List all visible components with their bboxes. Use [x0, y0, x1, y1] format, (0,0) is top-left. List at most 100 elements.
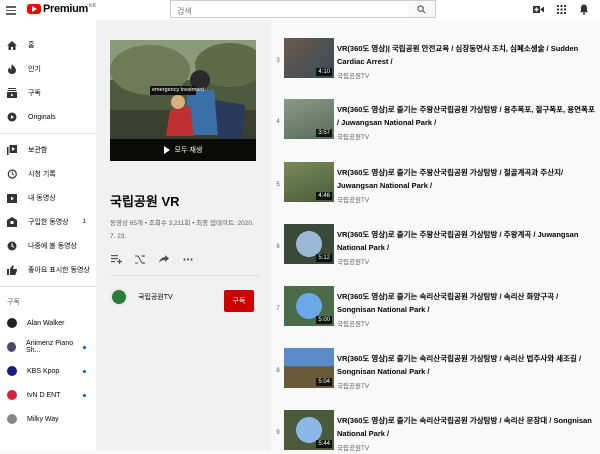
sidebar-divider — [0, 286, 96, 287]
subscribe-button[interactable]: 구독 — [224, 290, 254, 312]
video-thumbnail[interactable]: 4:10 — [284, 38, 334, 78]
playlist-title: 국립공원 VR — [110, 194, 180, 209]
video-channel[interactable]: 국립공원TV — [337, 256, 369, 266]
video-title[interactable]: VR(360도 영상)로 즐기는 주왕산국립공원 가상탐방 / 절골계곡과 주산… — [337, 166, 595, 192]
playlist-video-item[interactable]: 9 5:44 VR(360도 영상)로 즐기는 속리산국립공원 가상탐방 / 속… — [271, 392, 600, 454]
sidebar-item-label: Originals — [28, 113, 56, 121]
playlist-video-item[interactable]: 6 5:12 VR(360도 영상)로 즐기는 주왕산국립공원 가상탐방 / 주… — [271, 206, 600, 268]
playlist-thumbnail[interactable]: emergency treatment 모두 재생 — [110, 40, 256, 161]
youtube-logo[interactable]: Premium KR — [27, 3, 96, 15]
play-all-button[interactable]: 모두 재생 — [110, 139, 256, 161]
sidebar-item-trending[interactable]: 인기 — [0, 57, 96, 81]
shuffle-icon[interactable] — [134, 254, 146, 264]
sidebar-item-history[interactable]: 시청 기록 — [0, 162, 96, 186]
menu-icon[interactable] — [6, 4, 16, 16]
search-button[interactable] — [408, 0, 436, 18]
playlist-video-item[interactable]: 7 5:00 VR(360도 영상)로 즐기는 속리산국립공원 가상탐방 / 속… — [271, 268, 600, 330]
channel-avatar — [7, 318, 17, 328]
video-title[interactable]: VR(360도 영상)로 즐기는 속리산국립공원 가상탐방 / 속리산 문장대 … — [337, 414, 595, 440]
playlist-video-item[interactable]: 8 5:04 VR(360도 영상)로 즐기는 속리산국립공원 가상탐방 / 속… — [271, 330, 600, 392]
video-channel[interactable]: 국립공원TV — [337, 380, 369, 390]
video-thumbnail[interactable]: 4:46 — [284, 162, 334, 202]
channel-name: Alan Walker — [27, 319, 65, 327]
sidebar-item-label: 구독 — [28, 90, 41, 97]
sidebar-divider — [0, 133, 96, 134]
video-channel[interactable]: 국립공원TV — [337, 131, 369, 141]
video-channel[interactable]: 국립공원TV — [337, 194, 369, 204]
new-content-dot — [83, 345, 86, 349]
create-video-icon[interactable] — [532, 3, 544, 15]
video-title[interactable]: VR(360도 영상)| 국립공원 안전교육 / 심장동연사 조치, 심폐소생술… — [337, 42, 595, 68]
video-channel[interactable]: 국립공원TV — [337, 70, 369, 80]
sidebar-item-my-videos[interactable]: 내 동영상 — [0, 186, 96, 210]
video-title[interactable]: VR(360도 영상)로 즐기는 주왕산국립공원 가상탐방 / 주왕계곡 / J… — [337, 228, 595, 254]
sidebar-subscription-item[interactable]: Animenz Piano Sh... — [0, 335, 96, 359]
sidebar-subscription-item[interactable]: tvN D ENT — [0, 383, 96, 407]
notifications-bell-icon[interactable] — [578, 3, 590, 15]
channel-avatar — [7, 414, 17, 424]
video-channel[interactable]: 국립공원TV — [337, 318, 369, 328]
channel-name: tvN D ENT — [27, 391, 61, 399]
sidebar-subscription-item[interactable]: Milky Way — [0, 407, 96, 431]
video-title[interactable]: VR(360도 영상)로 즐기는 속리산국립공원 가상탐방 / 속리산 화양구곡… — [337, 290, 595, 316]
sidebar-item-originals[interactable]: Originals — [0, 105, 96, 129]
channel-avatar — [7, 390, 17, 400]
channel-avatar — [7, 342, 17, 352]
search-box — [170, 0, 410, 20]
sidebar-item-library[interactable]: 보관함 — [0, 138, 96, 162]
sidebar-item-home[interactable]: 홈 — [0, 33, 96, 57]
owner-name[interactable]: 국립공원TV — [138, 292, 173, 302]
video-duration: 5:04 — [316, 378, 332, 386]
youtube-play-icon — [27, 4, 41, 14]
video-index: 6 — [276, 244, 280, 250]
playlist-owner[interactable]: 국립공원TV — [110, 288, 173, 306]
video-index: 4 — [276, 119, 280, 125]
video-duration: 5:12 — [316, 254, 332, 262]
video-duration: 3:57 — [316, 129, 332, 137]
sidebar-item-label: 나중에 볼 동영상 — [28, 243, 77, 250]
video-title[interactable]: VR(360도 영상)로 즐기는 속리산국립공원 가상탐방 / 속리산 법주사와… — [337, 352, 595, 378]
sidebar-item-liked[interactable]: 좋아요 표시한 동영상 — [0, 258, 96, 282]
video-channel[interactable]: 국립공원TV — [337, 442, 369, 452]
trending-icon — [7, 64, 17, 74]
sidebar-subscription-item[interactable]: KBS Kpop — [0, 359, 96, 383]
video-thumbnail[interactable]: 5:12 — [284, 224, 334, 264]
sidebar-item-purchases[interactable]: 구입한 동영상 1 — [0, 210, 96, 234]
video-thumbnail[interactable]: 3:57 — [284, 99, 334, 139]
playlist-video-list: 3 4:10 VR(360도 영상)| 국립공원 안전교육 / 심장동연사 조치… — [271, 20, 600, 452]
subscriptions-heading: 구독 — [7, 299, 20, 306]
video-thumbnail[interactable]: 5:00 — [284, 286, 334, 326]
add-to-queue-icon[interactable] — [110, 254, 122, 264]
video-index: 5 — [276, 182, 280, 188]
video-index: 8 — [276, 368, 280, 374]
more-options-icon[interactable] — [182, 254, 194, 264]
video-duration: 4:10 — [316, 68, 332, 76]
video-thumbnail[interactable]: 5:44 — [284, 410, 334, 450]
sidebar-item-label: 홈 — [28, 42, 35, 49]
owner-avatar[interactable] — [110, 288, 128, 306]
my-videos-icon — [7, 193, 17, 203]
channel-avatar — [7, 366, 17, 376]
sidebar-item-subscriptions[interactable]: 구독 — [0, 81, 96, 105]
originals-icon — [7, 112, 17, 122]
apps-grid-icon[interactable] — [555, 3, 567, 15]
channel-name: KBS Kpop — [27, 367, 60, 375]
sidebar-item-label: 시청 기록 — [28, 171, 56, 178]
top-bar: Premium KR — [0, 0, 600, 20]
playlist-video-item[interactable]: 5 4:46 VR(360도 영상)로 즐기는 주왕산국립공원 가상탐방 / 절… — [271, 144, 600, 206]
video-duration: 5:44 — [316, 440, 332, 448]
playlist-actions — [110, 254, 194, 264]
share-icon[interactable] — [158, 254, 170, 264]
library-icon — [7, 145, 17, 155]
purchases-icon — [7, 217, 17, 227]
video-index: 7 — [276, 306, 280, 312]
playlist-video-item[interactable]: 4 3:57 VR(360도 영상)로 즐기는 주왕산국립공원 가상탐방 / 용… — [271, 81, 600, 143]
sidebar-subscription-item[interactable]: Alan Walker — [0, 311, 96, 335]
purchases-count: 1 — [82, 219, 86, 225]
video-thumbnail[interactable]: 5:04 — [284, 348, 334, 388]
video-index: 9 — [276, 430, 280, 436]
sidebar-item-watch-later[interactable]: 나중에 볼 동영상 — [0, 234, 96, 258]
video-title[interactable]: VR(360도 영상)로 즐기는 주왕산국립공원 가상탐방 / 용추폭포, 절구… — [337, 103, 595, 129]
playlist-video-item[interactable]: 3 4:10 VR(360도 영상)| 국립공원 안전교육 / 심장동연사 조치… — [271, 20, 600, 82]
search-input[interactable] — [171, 3, 371, 20]
